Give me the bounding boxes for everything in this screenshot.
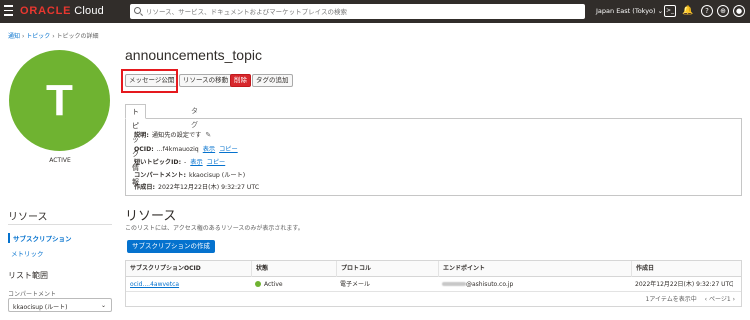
resources-title: リソース xyxy=(125,208,177,223)
tab-topic-info[interactable]: トピック情報 xyxy=(125,104,146,186)
list-scope-heading: リスト範囲 xyxy=(8,271,48,280)
top-bar: ORACLECloud Japan East (Tokyo) ⌄ >_ 🔔 ? … xyxy=(0,0,750,23)
breadcrumb-topics[interactable]: トピック xyxy=(26,33,50,40)
table-header: サブスクリプションOCID 状態 プロトコル エンドポイント 作成日 xyxy=(126,261,741,277)
resources-nav-heading: リソース xyxy=(8,212,48,223)
column-header-created[interactable]: 作成日 xyxy=(631,261,654,277)
globe-icon[interactable]: ⊕ xyxy=(717,5,729,17)
info-description: 説明: 通知先の設定です ✎ xyxy=(134,131,212,139)
add-tag-button[interactable]: タグの追加 xyxy=(252,74,293,87)
column-header-protocol[interactable]: プロトコル xyxy=(336,261,371,277)
chevron-down-icon: ⌄ xyxy=(657,7,664,15)
status-dot-icon xyxy=(255,281,261,287)
compartment-select-value: kkaocisup (ルート) xyxy=(13,304,68,311)
search-box[interactable] xyxy=(130,4,585,19)
region-selector[interactable]: Japan East (Tokyo) ⌄ xyxy=(596,7,663,15)
breadcrumb-current: トピックの詳細 xyxy=(56,33,99,40)
compartment-select[interactable]: kkaocisup (ルート) ⌄ xyxy=(8,298,112,312)
table-row: ocid....4awvetca Active 電子メール @ashisuto.… xyxy=(126,277,741,292)
move-resource-button[interactable]: リソースの移動 xyxy=(179,74,233,87)
topic-info-panel: 説明: 通知先の設定です ✎ OCID: ...f4kmauoziq 表示 コピー 短いト… xyxy=(125,118,742,196)
bell-icon[interactable]: 🔔 xyxy=(682,5,694,17)
row-actions-kebab-icon[interactable]: ⋮ xyxy=(729,277,736,292)
breadcrumb: 通知 › トピック › トピックの詳細 xyxy=(8,31,99,40)
info-ocid: OCID: ...f4kmauoziq 表示 コピー xyxy=(134,146,238,153)
info-compartment: コンパートメント: kkaocisup (ルート) xyxy=(134,172,246,179)
search-icon xyxy=(134,7,141,14)
oracle-cloud-logo[interactable]: ORACLE Cloud xyxy=(20,5,104,17)
create-subscription-button[interactable]: サブスクリプションの作成 xyxy=(127,240,215,253)
publish-highlight-box xyxy=(121,69,178,93)
column-header-status[interactable]: 状態 xyxy=(251,261,268,277)
avatar-letter: T xyxy=(46,76,73,125)
nav-item-metrics[interactable]: メトリック xyxy=(8,248,44,258)
chevron-down-icon: ⌄ xyxy=(100,302,106,309)
info-short-topic-id: 短いトピックID: - 表示 コピー xyxy=(134,159,226,166)
pagination: 1アイテムを表示中 ‹ ページ1 › xyxy=(646,294,735,303)
breadcrumb-notifications[interactable]: 通知 xyxy=(8,33,20,40)
ocid-show-link[interactable]: 表示 xyxy=(203,146,215,153)
delete-button[interactable]: 削除 xyxy=(230,74,251,87)
resources-description: このリストには、アクセス権のあるリソースのみが表示されます。 xyxy=(125,225,304,232)
column-header-endpoint[interactable]: エンドポイント xyxy=(438,261,485,277)
breadcrumb-separator: › xyxy=(21,33,25,40)
topic-status-label: ACTIVE xyxy=(49,157,71,164)
short-id-show-link[interactable]: 表示 xyxy=(190,159,202,166)
info-created: 作成日: 2022年12月22日(木) 9:32:27 UTC xyxy=(134,184,260,191)
status-badge: Active xyxy=(251,277,283,292)
topic-avatar: T xyxy=(9,50,110,151)
pager-summary: 1アイテムを表示中 xyxy=(645,296,697,303)
compartment-label: コンパートメント xyxy=(8,291,57,298)
redacted-email xyxy=(442,282,466,286)
short-id-copy-link[interactable]: コピー xyxy=(207,159,226,166)
column-header-ocid[interactable]: サブスクリプションOCID xyxy=(126,261,201,277)
help-icon[interactable]: ? xyxy=(701,5,713,17)
cloud-shell-icon[interactable]: >_ xyxy=(664,5,676,17)
tab-tags[interactable]: タグ xyxy=(185,104,204,129)
divider xyxy=(8,224,112,225)
page-title: announcements_topic xyxy=(125,47,262,63)
pencil-icon[interactable]: ✎ xyxy=(205,131,211,139)
nav-item-subscriptions[interactable]: サブスクリプション xyxy=(8,233,72,243)
created-cell: 2022年12月22日(木) 9:32:27 UTC xyxy=(635,281,734,288)
subscription-ocid-link[interactable]: ocid....4awvetca xyxy=(130,281,179,288)
endpoint-cell: @ashisuto.co.jp xyxy=(438,277,513,292)
menu-icon[interactable] xyxy=(4,5,13,17)
pager-next[interactable]: › xyxy=(733,296,735,303)
pager-prev[interactable]: ‹ ページ1 xyxy=(705,296,731,303)
protocol-cell: 電子メール xyxy=(340,281,371,288)
user-profile-icon[interactable]: ● xyxy=(733,5,745,17)
breadcrumb-separator: › xyxy=(52,33,55,40)
search-input[interactable] xyxy=(146,4,576,19)
ocid-copy-link[interactable]: コピー xyxy=(219,146,238,153)
subscriptions-table: サブスクリプションOCID 状態 プロトコル エンドポイント 作成日 ocid.… xyxy=(125,260,742,307)
